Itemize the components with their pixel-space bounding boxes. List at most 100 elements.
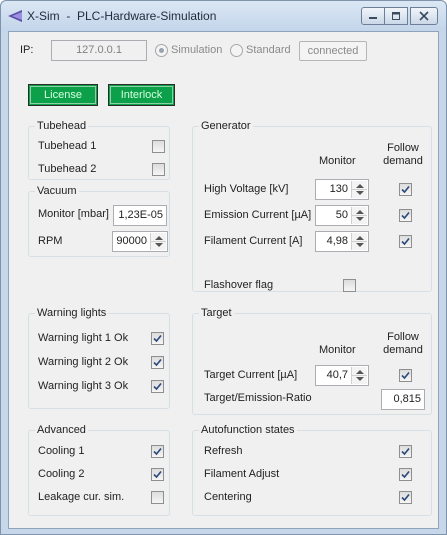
- standard-radio-label: Standard: [246, 44, 291, 56]
- check-icon: [153, 334, 162, 343]
- generator-monitor-header: Monitor: [319, 155, 356, 167]
- maximize-button[interactable]: [384, 7, 408, 25]
- ip-address-field[interactable]: 127.0.0.1: [51, 40, 147, 61]
- leakage-label: Leakage cur. sim.: [38, 491, 125, 503]
- spin-arrows-icon[interactable]: [150, 233, 166, 250]
- standard-radio[interactable]: [230, 44, 243, 57]
- filament-current-label: Filament Current [A]: [204, 235, 303, 247]
- connected-button[interactable]: connected: [299, 41, 367, 61]
- check-icon: [401, 371, 410, 380]
- spin-arrows-icon[interactable]: [351, 181, 367, 198]
- filament-current-follow-checkbox[interactable]: [399, 235, 412, 248]
- warning-light-1-label: Warning light 1 Ok: [38, 332, 129, 344]
- leakage-checkbox[interactable]: [151, 491, 164, 504]
- target-current-follow-checkbox[interactable]: [399, 369, 412, 382]
- minimize-button[interactable]: [361, 7, 385, 25]
- check-icon: [153, 470, 162, 479]
- warning-light-1-checkbox[interactable]: [151, 332, 164, 345]
- tubehead-1-label: Tubehead 1: [38, 140, 97, 152]
- minimize-icon: [369, 17, 377, 19]
- filament-adjust-checkbox[interactable]: [399, 468, 412, 481]
- generator-follow-header: Follow: [387, 142, 419, 154]
- target-demand-header: demand: [383, 344, 423, 356]
- tubehead-group: Tubehead Tubehead 1 Tubehead 2: [28, 120, 170, 180]
- emission-current-spinner[interactable]: 50: [315, 205, 369, 226]
- vacuum-monitor-field[interactable]: 1,23E-05: [113, 205, 167, 226]
- warning-lights-group: Warning lights Warning light 1 Ok Warnin…: [28, 307, 170, 409]
- check-icon: [153, 382, 162, 391]
- check-icon: [153, 358, 162, 367]
- emission-current-value: 50: [335, 209, 348, 221]
- ratio-field[interactable]: 0,815: [381, 389, 425, 410]
- rpm-spinner[interactable]: 90000: [112, 231, 168, 252]
- warning-light-3-label: Warning light 3 Ok: [38, 380, 129, 392]
- autofunction-group: Autofunction states Refresh Filament Adj…: [192, 424, 432, 516]
- high-voltage-value: 130: [329, 183, 348, 195]
- check-icon: [401, 211, 410, 220]
- spin-arrows-icon[interactable]: [351, 367, 367, 384]
- filament-adjust-label: Filament Adjust: [204, 468, 280, 480]
- tubehead-title: Tubehead: [35, 120, 89, 132]
- spin-arrows-icon[interactable]: [351, 207, 367, 224]
- cooling-1-checkbox[interactable]: [151, 445, 164, 458]
- autofunction-title: Autofunction states: [199, 424, 297, 436]
- filament-current-spinner[interactable]: 4,98: [315, 231, 369, 252]
- maximize-icon: [392, 12, 400, 20]
- check-icon: [401, 447, 410, 456]
- refresh-checkbox[interactable]: [399, 445, 412, 458]
- tubehead-2-checkbox[interactable]: [152, 163, 165, 176]
- target-current-value: 40,7: [326, 369, 348, 381]
- emission-current-label: Emission Current [µA]: [204, 209, 312, 221]
- tubehead-2-label: Tubehead 2: [38, 163, 97, 175]
- target-follow-header: Follow: [387, 331, 419, 343]
- high-voltage-follow-checkbox[interactable]: [399, 183, 412, 196]
- emission-current-follow-checkbox[interactable]: [399, 209, 412, 222]
- window-title: X-Sim - PLC-Hardware-Simulation: [27, 9, 217, 23]
- check-icon: [401, 185, 410, 194]
- vacuum-title: Vacuum: [35, 185, 79, 197]
- check-icon: [401, 237, 410, 246]
- centering-checkbox[interactable]: [399, 491, 412, 504]
- simulation-radio[interactable]: [155, 44, 168, 57]
- check-icon: [401, 493, 410, 502]
- warning-lights-title: Warning lights: [35, 307, 109, 319]
- check-icon: [401, 470, 410, 479]
- vacuum-group: Vacuum Monitor [mbar] 1,23E-05 RPM 90000: [28, 185, 170, 257]
- interlock-button[interactable]: Interlock: [108, 84, 175, 106]
- high-voltage-spinner[interactable]: 130: [315, 179, 369, 200]
- rpm-label: RPM: [38, 235, 63, 247]
- centering-label: Centering: [204, 491, 252, 503]
- advanced-title: Advanced: [35, 424, 88, 436]
- target-current-spinner[interactable]: 40,7: [315, 365, 369, 386]
- warning-light-2-checkbox[interactable]: [151, 356, 164, 369]
- advanced-group: Advanced Cooling 1 Cooling 2 Leakage cur…: [28, 424, 170, 516]
- rpm-value: 90000: [116, 235, 147, 247]
- target-group: Target Monitor Follow demand Target Curr…: [192, 307, 432, 415]
- generator-group: Generator Monitor Follow demand High Vol…: [192, 120, 432, 292]
- warning-light-3-checkbox[interactable]: [151, 380, 164, 393]
- target-current-label: Target Current [µA]: [204, 369, 298, 381]
- warning-light-2-label: Warning light 2 Ok: [38, 356, 129, 368]
- spin-arrows-icon[interactable]: [351, 233, 367, 250]
- high-voltage-label: High Voltage [kV]: [204, 183, 289, 195]
- filament-current-value: 4,98: [326, 235, 348, 247]
- close-icon: [419, 11, 429, 21]
- generator-demand-header: demand: [383, 155, 423, 167]
- flashover-checkbox[interactable]: [343, 279, 356, 292]
- ip-label: IP:: [20, 44, 34, 56]
- target-title: Target: [199, 307, 234, 319]
- title-bar[interactable]: X-Sim - PLC-Hardware-Simulation: [1, 1, 446, 31]
- back-arrow-icon: [8, 10, 22, 22]
- cooling-1-label: Cooling 1: [38, 445, 85, 457]
- cooling-2-label: Cooling 2: [38, 468, 85, 480]
- refresh-label: Refresh: [204, 445, 243, 457]
- app-window: X-Sim - PLC-Hardware-Simulation IP: 127.…: [0, 0, 447, 535]
- close-button[interactable]: [410, 7, 438, 25]
- vacuum-monitor-label: Monitor [mbar]: [38, 208, 109, 220]
- flashover-label: Flashover flag: [204, 279, 274, 291]
- license-button[interactable]: License: [28, 84, 98, 106]
- client-area: IP: 127.0.0.1 Simulation Standard connec…: [8, 31, 439, 529]
- tubehead-1-checkbox[interactable]: [152, 140, 165, 153]
- ratio-label: Target/Emission-Ratio: [204, 392, 312, 404]
- cooling-2-checkbox[interactable]: [151, 468, 164, 481]
